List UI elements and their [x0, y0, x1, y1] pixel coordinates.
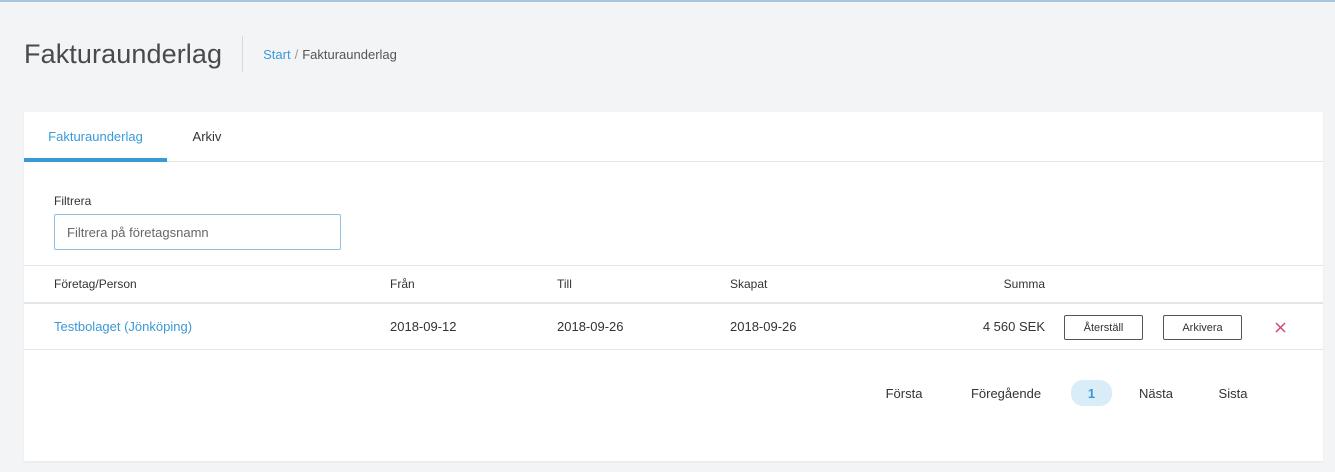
- tab-bar: Fakturaunderlag Arkiv: [24, 112, 1323, 162]
- pagination-current-page[interactable]: 1: [1071, 380, 1112, 406]
- invoice-table: Företag/Person Från Till Skapat Summa Te…: [24, 265, 1323, 350]
- filter-section: Filtrera: [54, 194, 341, 250]
- table-row: Testbolaget (Jönköping) 2018-09-12 2018-…: [24, 304, 1323, 350]
- restore-button[interactable]: Återställ: [1064, 315, 1143, 340]
- row-to-cell: 2018-09-26: [557, 319, 624, 334]
- pagination-next[interactable]: Nästa: [1132, 380, 1180, 406]
- pagination-previous[interactable]: Föregående: [961, 380, 1051, 406]
- column-header-sum[interactable]: Summa: [924, 266, 1045, 302]
- column-header-name[interactable]: Företag/Person: [54, 266, 137, 302]
- top-accent-bar: [0, 0, 1335, 2]
- column-header-to[interactable]: Till: [557, 266, 572, 302]
- filter-input[interactable]: [54, 214, 341, 250]
- column-header-from[interactable]: Från: [390, 266, 415, 302]
- row-sum-cell: 4 560 SEK: [982, 319, 1045, 334]
- company-link[interactable]: Testbolaget (Jönköping): [54, 319, 192, 334]
- pagination-first[interactable]: Första: [874, 380, 934, 406]
- row-name-cell: Testbolaget (Jönköping): [54, 304, 192, 349]
- pagination-last[interactable]: Sista: [1212, 380, 1254, 406]
- page-title: Fakturaunderlag: [24, 38, 223, 69]
- row-created-cell: 2018-09-26: [730, 319, 797, 334]
- main-card: Fakturaunderlag Arkiv Filtrera Företag/P…: [24, 112, 1323, 461]
- breadcrumb: Start / Fakturaunderlag: [263, 47, 397, 62]
- filter-label: Filtrera: [54, 194, 92, 208]
- row-from-cell: 2018-09-12: [390, 319, 457, 334]
- tab-fakturaunderlag[interactable]: Fakturaunderlag: [24, 112, 167, 162]
- header-divider: [242, 36, 244, 72]
- close-icon[interactable]: [1271, 318, 1289, 336]
- page-header: Fakturaunderlag Start / Fakturaunderlag: [24, 36, 397, 72]
- breadcrumb-separator: /: [294, 46, 299, 62]
- archive-button[interactable]: Arkivera: [1163, 315, 1242, 340]
- breadcrumb-current: Fakturaunderlag: [302, 46, 397, 62]
- column-header-created[interactable]: Skapat: [730, 266, 767, 302]
- breadcrumb-home-link[interactable]: Start: [263, 47, 290, 62]
- pagination: Första Föregående 1 Nästa Sista: [24, 380, 1323, 406]
- table-header: Företag/Person Från Till Skapat Summa: [24, 265, 1323, 304]
- tab-arkiv[interactable]: Arkiv: [167, 112, 247, 161]
